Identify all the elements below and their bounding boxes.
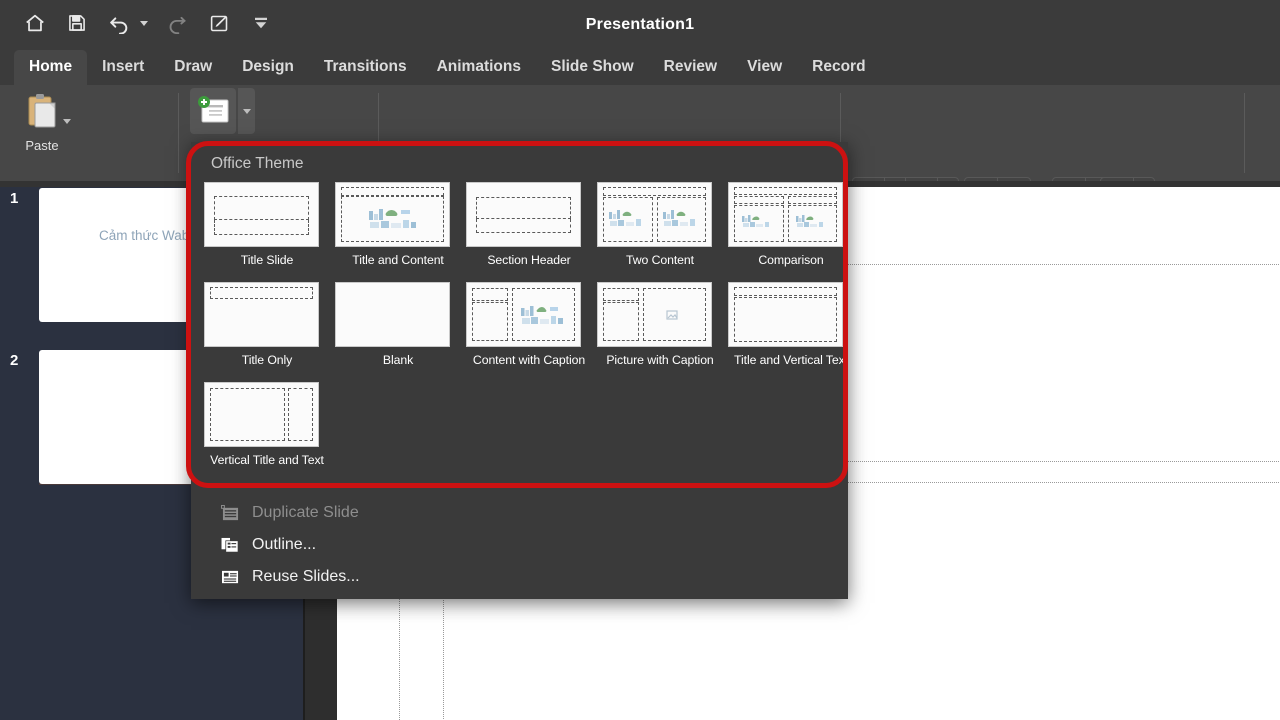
new-slide-dropdown-caret[interactable] — [238, 88, 255, 134]
layout-label-vertical-title-and-text: Vertical Title and Text — [210, 453, 324, 467]
title-bar: Presentation1 — [0, 0, 1280, 50]
layout-label-title-and-vertical-text: Title and Vertical Text — [734, 353, 848, 367]
tab-view[interactable]: View — [732, 50, 797, 85]
layout-label-title-slide: Title Slide — [240, 253, 294, 267]
reuse-slides-icon — [220, 568, 240, 586]
layout-thumb-title-and-vertical-text — [728, 282, 843, 347]
layout-option-vertical-title-and-text[interactable]: Vertical Title and Text — [204, 382, 330, 467]
tab-slide-show[interactable]: Slide Show — [536, 50, 649, 85]
menu-item-duplicate-slide-label: Duplicate Slide — [252, 504, 359, 521]
layout-option-section-header[interactable]: Section Header — [466, 182, 592, 267]
new-slide-button[interactable] — [190, 88, 236, 134]
powerpoint-window: Presentation1 Home Insert Draw Design Tr… — [0, 0, 1280, 720]
menu-item-duplicate-slide[interactable]: Duplicate Slide — [191, 497, 848, 529]
paste-button[interactable]: Paste — [14, 93, 70, 153]
menu-item-reuse-slides-label: Reuse Slides... — [252, 568, 360, 585]
tab-animations[interactable]: Animations — [422, 50, 536, 85]
layout-option-blank[interactable]: Blank — [335, 282, 461, 367]
layout-thumb-vertical-title-and-text — [204, 382, 319, 447]
layout-menu-header: Office Theme — [211, 155, 304, 172]
document-title: Presentation1 — [585, 16, 695, 33]
layout-thumb-title-only — [204, 282, 319, 347]
tab-transitions[interactable]: Transitions — [309, 50, 422, 85]
layout-thumb-blank — [335, 282, 450, 347]
slide-number-1: 1 — [10, 190, 19, 207]
layout-label-two-content: Two Content — [626, 253, 694, 267]
layout-option-picture-with-caption[interactable]: Picture with Caption — [597, 282, 723, 367]
layout-label-title-only: Title Only — [241, 353, 293, 367]
layout-thumb-picture-with-caption — [597, 282, 712, 347]
duplicate-slide-icon — [220, 504, 240, 522]
layout-thumb-title-slide — [204, 182, 319, 247]
layout-option-two-content[interactable]: Two Content — [597, 182, 723, 267]
paste-dropdown-caret[interactable] — [63, 111, 71, 129]
layout-thumb-title-and-content — [335, 182, 450, 247]
layout-option-content-with-caption[interactable]: Content with Caption — [466, 282, 592, 367]
layout-option-comparison[interactable]: Comparison — [728, 182, 854, 267]
layout-label-comparison: Comparison — [758, 253, 824, 267]
menu-item-reuse-slides[interactable]: Reuse Slides... — [191, 561, 848, 593]
layout-menu-commands: Duplicate Slide Outline... Reuse Slides.… — [191, 497, 848, 593]
layout-option-title-and-vertical-text[interactable]: Title and Vertical Text — [728, 282, 854, 367]
menu-item-outline-label: Outline... — [252, 536, 317, 553]
layout-thumb-comparison — [728, 182, 843, 247]
tab-insert[interactable]: Insert — [87, 50, 159, 85]
ribbon-tabs: Home Insert Draw Design Transitions Anim… — [0, 50, 1280, 85]
layout-label-picture-with-caption: Picture with Caption — [606, 353, 714, 367]
paste-label: Paste — [25, 138, 59, 153]
outline-icon — [220, 536, 240, 554]
tab-draw[interactable]: Draw — [159, 50, 227, 85]
new-slide-layout-menu[interactable]: Office Theme Title Slide Title and Conte… — [191, 142, 848, 599]
layout-label-title-and-content: Title and Content — [352, 253, 444, 267]
slide-number-2: 2 — [10, 352, 19, 369]
layout-thumb-two-content — [597, 182, 712, 247]
tab-home[interactable]: Home — [14, 50, 88, 85]
layout-thumb-section-header — [466, 182, 581, 247]
layout-option-title-and-content[interactable]: Title and Content — [335, 182, 461, 267]
layout-thumb-content-with-caption — [466, 282, 581, 347]
layout-option-title-slide[interactable]: Title Slide — [204, 182, 330, 267]
layout-label-blank: Blank — [382, 353, 414, 367]
tab-design[interactable]: Design — [227, 50, 309, 85]
menu-item-outline[interactable]: Outline... — [191, 529, 848, 561]
tab-record[interactable]: Record — [797, 50, 880, 85]
slide-thumbnail-1-title: Cảm thức Wabi — [99, 228, 193, 243]
layout-label-content-with-caption: Content with Caption — [472, 353, 586, 367]
tab-review[interactable]: Review — [649, 50, 732, 85]
layout-option-title-only[interactable]: Title Only — [204, 282, 330, 367]
layout-label-section-header: Section Header — [487, 253, 571, 267]
